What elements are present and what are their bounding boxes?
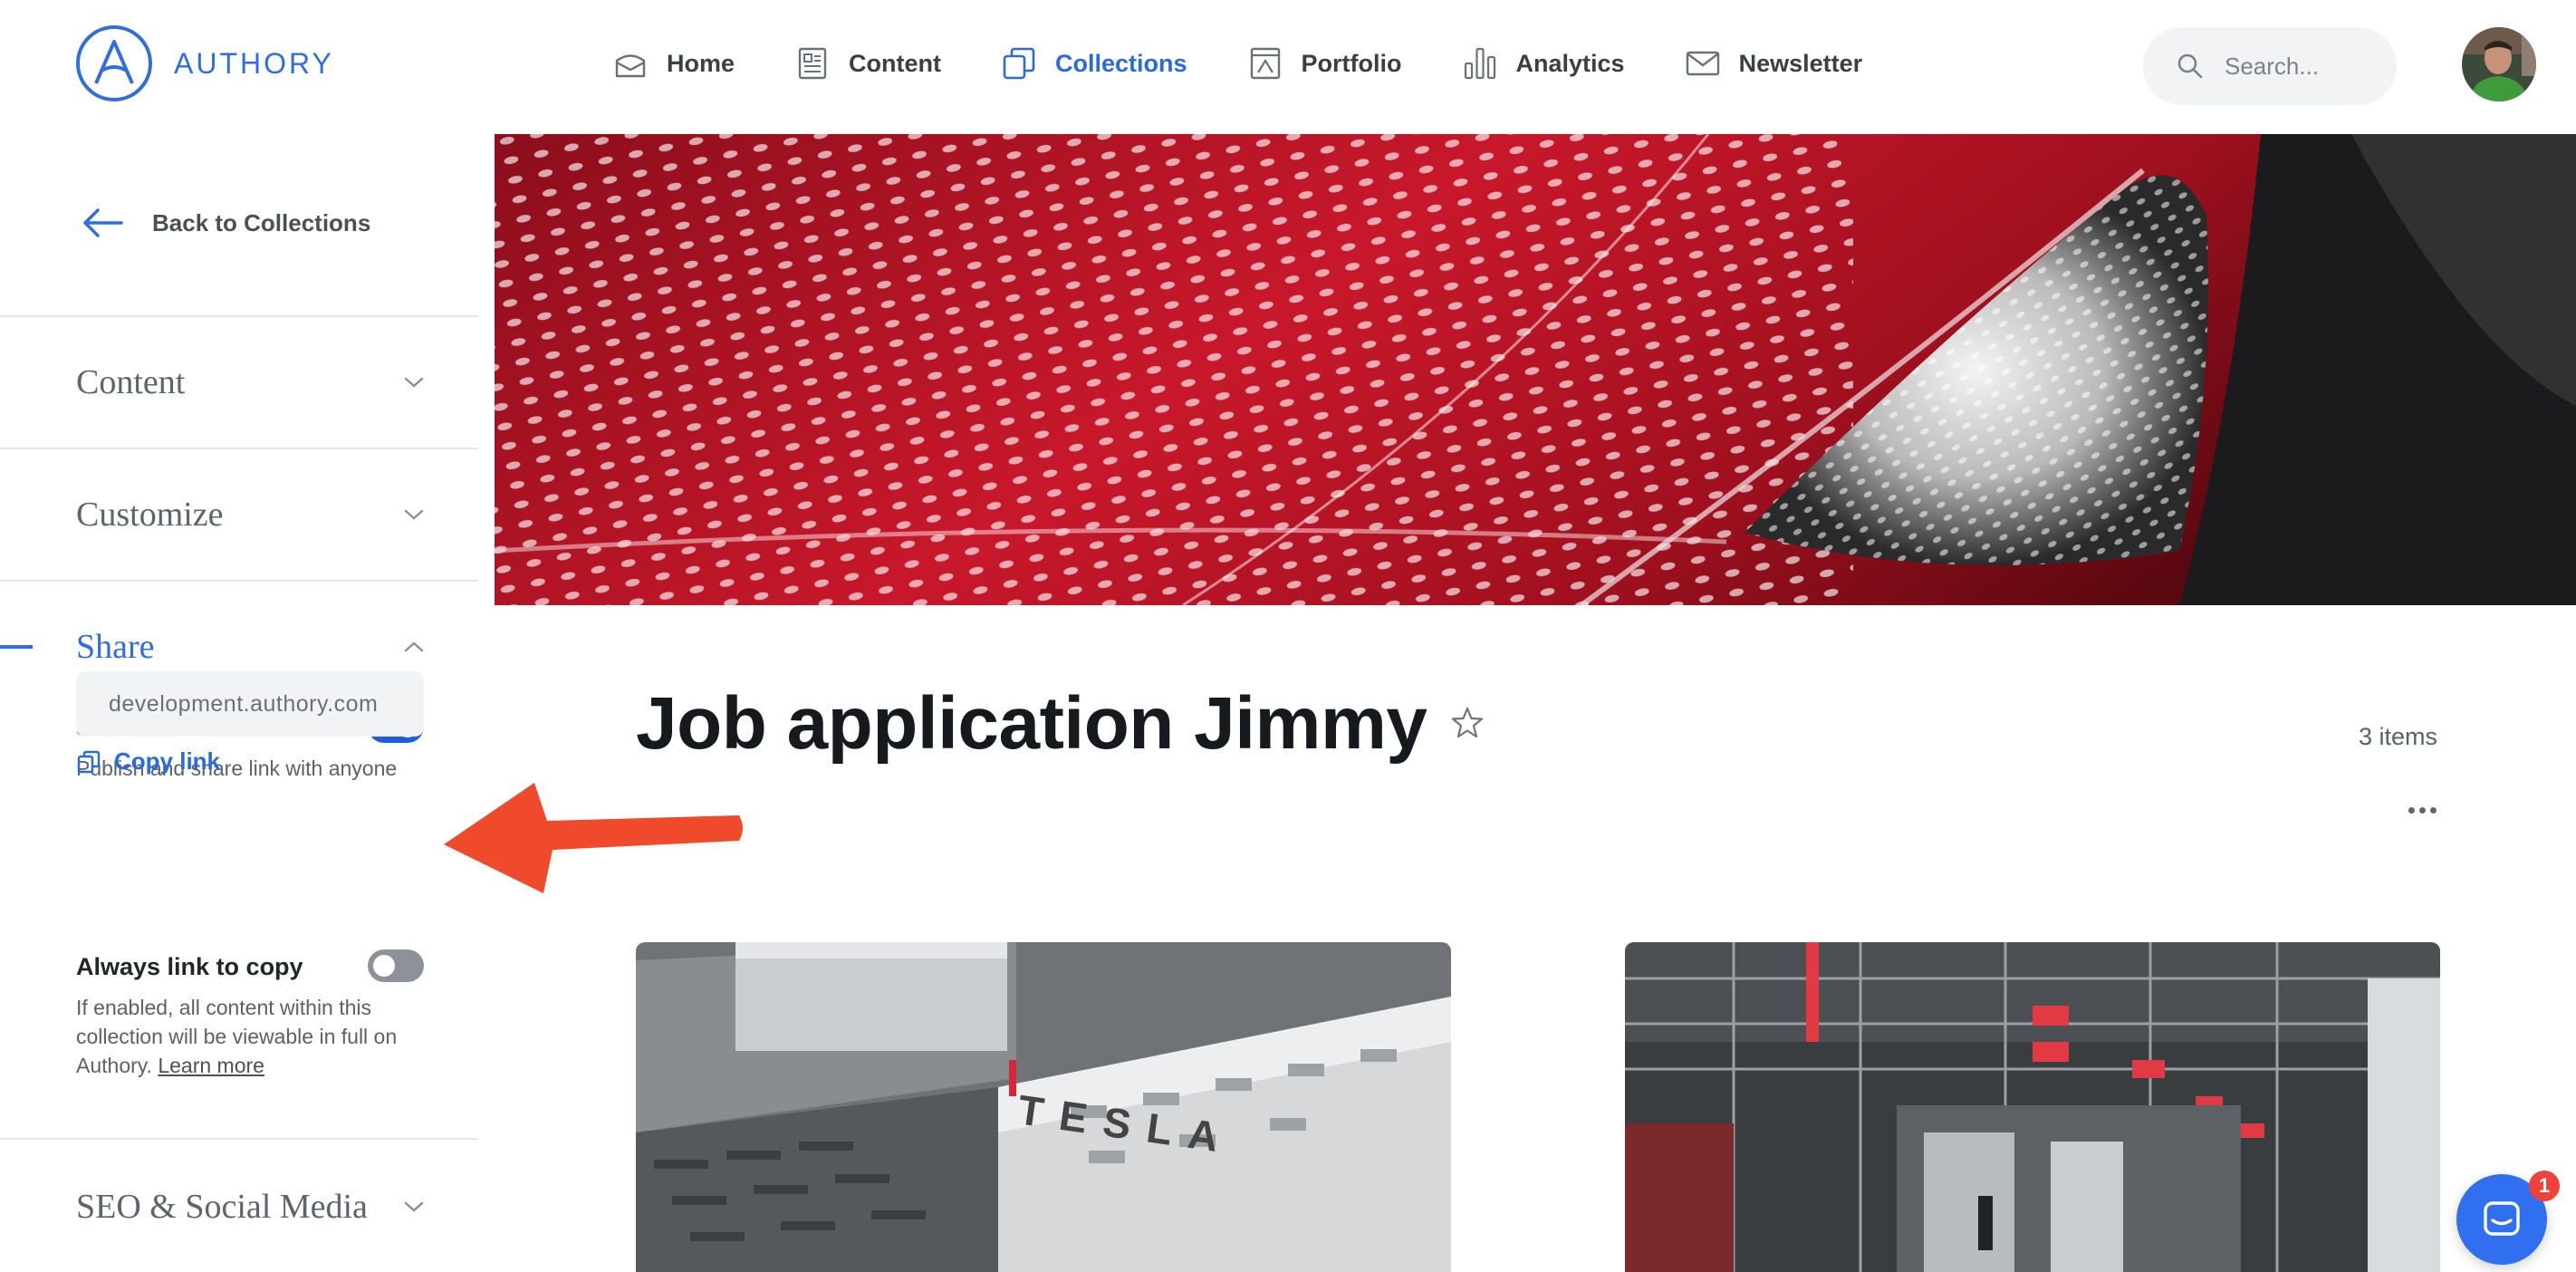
red-car-headlight-image [495,134,2576,605]
favorite-star-icon[interactable] [1449,705,1485,741]
main-nav: Home Content Collections Portfolio Analy… [612,38,1922,89]
arrow-left-icon [83,208,123,237]
nav-analytics[interactable]: Analytics [1462,38,1625,89]
items-count: 3 items [2359,723,2438,750]
copy-icon [77,750,101,773]
section-customize-title: Customize [76,496,224,534]
nav-portfolio[interactable]: Portfolio [1247,38,1402,89]
section-customize-toggle[interactable]: Customize [76,487,426,542]
share-link-input[interactable] [109,690,391,718]
more-options-button[interactable] [2402,794,2442,826]
toggle-knob [373,955,395,977]
bar-chart-icon [1464,47,1495,80]
share-link-field[interactable] [76,671,424,737]
nav-newsletter-label: Newsletter [1738,49,1863,77]
home-icon [615,54,646,78]
sidebar-divider [0,448,478,449]
search-box[interactable] [2143,27,2397,105]
copy-link-button[interactable]: Copy link [76,747,220,776]
chat-notification-badge: 1 [2529,1171,2560,1201]
section-seo-title: SEO & Social Media [76,1188,368,1226]
collection-cover-image [495,134,2576,605]
section-share-toggle[interactable]: Share [76,620,426,674]
top-header: AUTHORY Home Content Collections Portfol… [0,0,2576,134]
collection-title: Job application Jimmy [636,682,1427,765]
back-label: Back to Collections [152,208,371,236]
section-share-title: Share [76,628,155,666]
collection-item-card[interactable]: TESLA [636,942,1451,1272]
avatar-photo [2462,27,2536,101]
always-link-description: If enabled, all content within this coll… [76,993,433,1080]
copy-link-label: Copy link [114,747,221,775]
nav-content[interactable]: Content [794,38,941,89]
nav-home[interactable]: Home [612,38,735,89]
envelope-icon [1686,51,1719,76]
tesla-factory-interior-image [1625,942,2440,1272]
section-content-title: Content [76,363,186,401]
section-seo-toggle[interactable]: SEO & Social Media [76,1180,426,1234]
active-section-indicator [0,645,33,649]
nav-collections[interactable]: Collections [1001,38,1187,89]
chevron-down-icon [404,1201,424,1212]
sidebar-divider [0,1138,478,1140]
user-avatar[interactable] [2462,27,2536,101]
nav-collections-label: Collections [1055,49,1187,77]
chevron-up-icon [404,641,424,652]
more-dot [2408,806,2415,814]
sidebar-divider [0,580,478,582]
nav-newsletter[interactable]: Newsletter [1685,38,1863,89]
document-icon [798,47,827,80]
more-dot [2429,806,2437,814]
collections-icon [1003,47,1035,80]
back-to-collections-link[interactable]: Back to Collections [82,207,370,239]
search-icon [2177,53,2203,79]
tesla-factory-aerial-image: TESLA [636,942,1451,1272]
authory-logo-icon [76,25,152,101]
always-link-label: Always link to copy [76,953,303,980]
brand-name: AUTHORY [174,46,334,80]
chat-icon [2484,1201,2520,1236]
search-input[interactable] [2225,52,2369,81]
chevron-down-icon [404,509,424,520]
sidebar-divider [0,315,478,317]
learn-more-link[interactable]: Learn more [158,1054,264,1077]
nav-content-label: Content [849,49,941,77]
nav-analytics-label: Analytics [1515,49,1625,77]
nav-portfolio-label: Portfolio [1301,49,1402,77]
nav-home-label: Home [667,49,735,77]
portfolio-icon [1250,47,1280,80]
chevron-down-icon [404,377,424,388]
brand-logo[interactable]: AUTHORY [74,24,334,103]
red-annotation-arrow [444,783,743,893]
always-link-toggle[interactable] [368,949,424,982]
section-content-toggle[interactable]: Content [76,355,426,410]
collection-item-card[interactable] [1625,942,2440,1272]
more-dot [2418,806,2426,814]
